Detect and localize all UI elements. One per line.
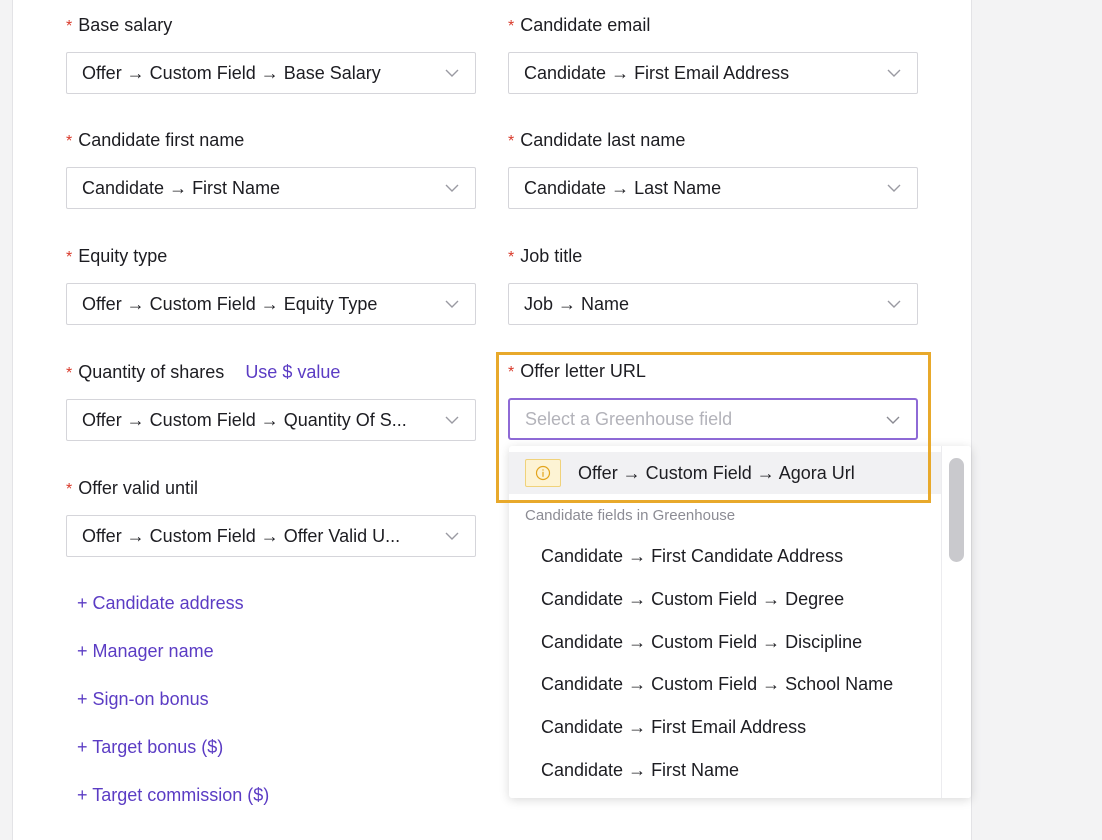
select-value: Offer → Custom Field → Quantity Of S... [82,409,407,430]
field-label: Job title [520,246,583,266]
offer-valid-until-select[interactable]: Offer → Custom Field → Offer Valid U... [66,515,476,557]
select-value: Candidate → First Email Address [524,62,790,83]
required-marker: * [508,18,515,35]
add-manager-name-link[interactable]: + Manager name [77,641,214,662]
required-marker: * [508,364,515,381]
offer-letter-url-select[interactable]: Select a Greenhouse field [508,398,918,440]
dropdown-option[interactable]: Candidate → Custom Field → School Name [541,674,893,695]
field-offer-letter-url: * Offer letter URL Select a Greenhouse fi… [508,360,918,440]
field-label: Candidate last name [520,130,686,150]
candidate-email-select[interactable]: Candidate → First Email Address [508,52,918,94]
select-value: Offer → Custom Field → Equity Type [82,293,378,314]
select-value: Candidate → First Name [82,177,281,198]
option-group-label: Candidate fields in Greenhouse [525,507,736,524]
select-value: Offer → Custom Field → Offer Valid U... [82,525,401,546]
field-label: Offer valid until [78,478,198,498]
required-marker: * [66,249,73,266]
use-dollar-value-link[interactable]: Use $ value [245,361,340,383]
field-label: Quantity of shares [78,362,225,382]
scrollbar-thumb[interactable] [949,458,964,562]
required-marker: * [508,249,515,266]
required-marker: * [66,481,73,498]
field-candidate-email: * Candidate email Candidate → First Email… [508,14,918,94]
field-candidate-first-name: * Candidate first name Candidate → First … [66,129,476,209]
field-job-title: * Job title Job → Name [508,245,918,325]
chevron-down-icon [886,416,900,424]
dropdown-option[interactable]: Candidate → First Name [541,760,739,781]
base-salary-select[interactable]: Offer → Custom Field → Base Salary [66,52,476,94]
dropdown-option[interactable]: Candidate → First Candidate Address [541,546,843,567]
select-value: Offer → Custom Field → Base Salary [82,62,381,83]
field-label: Candidate email [520,15,651,35]
add-target-commission-link[interactable]: + Target commission ($) [77,785,269,806]
chevron-down-icon [887,300,901,308]
field-quantity-of-shares: * Quantity of shares Use $ value Offer → C… [66,361,476,441]
chevron-down-icon [445,532,459,540]
dropdown-option[interactable]: Candidate → Custom Field → Degree [541,589,844,610]
field-label: Base salary [78,15,173,35]
chevron-down-icon [887,184,901,192]
required-marker: * [508,133,515,150]
field-equity-type: * Equity type Offer → Custom Field → Equi… [66,245,476,325]
equity-type-select[interactable]: Offer → Custom Field → Equity Type [66,283,476,325]
quantity-of-shares-select[interactable]: Offer → Custom Field → Quantity Of S... [66,399,476,441]
dropdown-option[interactable]: Candidate → First Email Address [541,717,806,738]
greenhouse-field-dropdown: Offer → Custom Field → Agora Url Candida… [509,446,971,798]
field-candidate-last-name: * Candidate last name Candidate → Last Na… [508,129,918,209]
add-candidate-address-link[interactable]: + Candidate address [77,593,244,614]
field-offer-valid-until: * Offer valid until Offer → Custom Field … [66,477,476,557]
dropdown-option[interactable]: Candidate → Custom Field → Discipline [541,632,862,653]
candidate-first-name-select[interactable]: Candidate → First Name [66,167,476,209]
chevron-down-icon [445,416,459,424]
option-label: Offer → Custom Field → Agora Url [578,462,855,483]
field-base-salary: * Base salary Offer → Custom Field → Base… [66,14,476,94]
required-marker: * [66,365,73,382]
chevron-down-icon [445,300,459,308]
suggested-option[interactable]: Offer → Custom Field → Agora Url [509,452,941,494]
field-label: Offer letter URL [520,361,646,381]
chevron-down-icon [445,184,459,192]
add-target-bonus-link[interactable]: + Target bonus ($) [77,737,223,758]
required-marker: * [66,133,73,150]
field-label: Equity type [78,246,168,266]
candidate-last-name-select[interactable]: Candidate → Last Name [508,167,918,209]
required-marker: * [66,18,73,35]
chevron-down-icon [887,69,901,77]
select-value: Candidate → Last Name [524,177,722,198]
add-sign-on-bonus-link[interactable]: + Sign-on bonus [77,689,209,710]
job-title-select[interactable]: Job → Name [508,283,918,325]
info-icon [525,459,561,487]
select-value: Job → Name [524,293,630,314]
select-placeholder: Select a Greenhouse field [525,408,733,429]
field-label: Candidate first name [78,130,245,150]
chevron-down-icon [445,69,459,77]
